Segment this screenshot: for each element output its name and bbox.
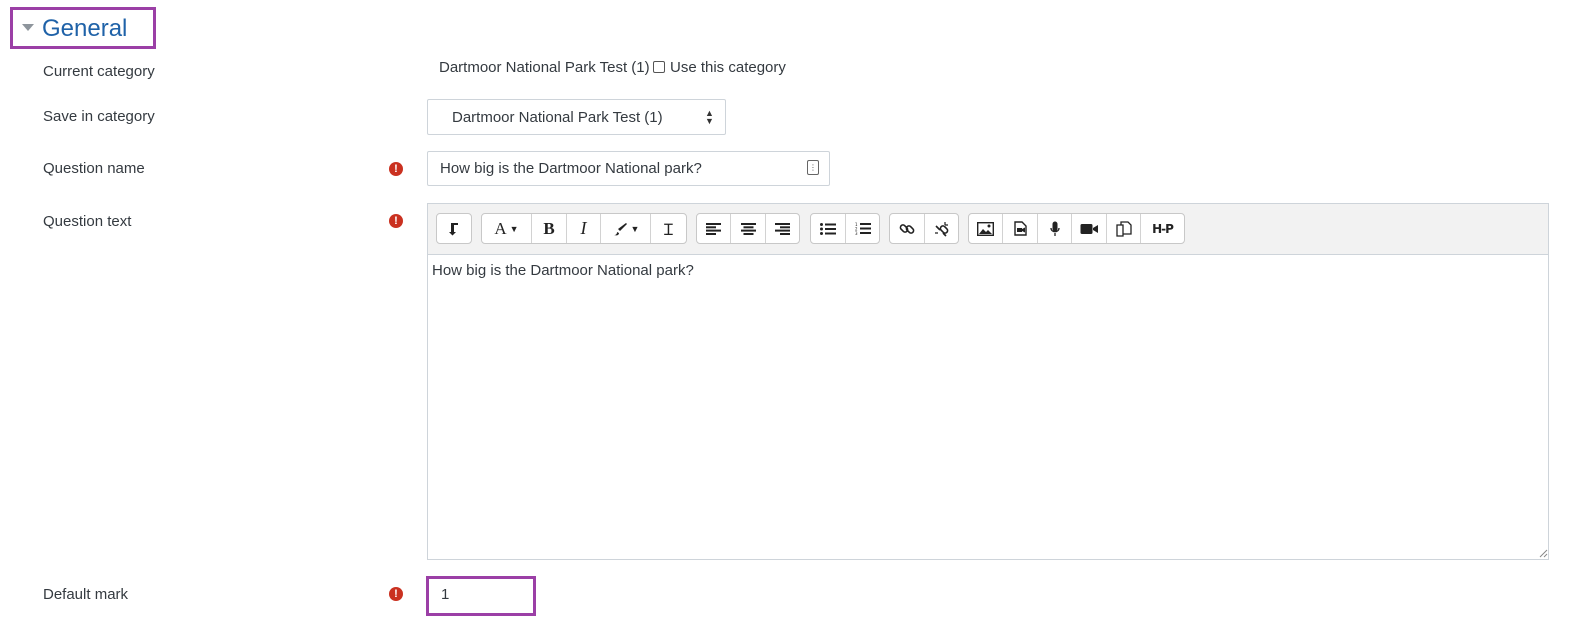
save-in-category-label: Save in category [43,108,155,125]
record-video-icon[interactable] [1072,214,1107,243]
default-mark-value[interactable]: 1 [441,585,449,605]
align-left-icon[interactable] [697,214,731,243]
default-mark-label: Default mark [43,586,129,603]
font-color-icon[interactable]: ▼ [601,214,651,243]
use-this-category-label[interactable]: Use this category [670,58,786,78]
align-center-icon[interactable] [731,214,766,243]
toolbar-group-lists: 123 [810,213,880,244]
question-name-value[interactable]: How big is the Dartmoor National park? [440,159,702,179]
link-icon[interactable] [890,214,925,243]
align-right-icon[interactable] [766,214,799,243]
unlink-icon[interactable] [925,214,958,243]
image-icon[interactable] [969,214,1003,243]
manage-files-icon[interactable] [1107,214,1141,243]
media-icon[interactable] [1003,214,1038,243]
select-arrows-icon: ▲ ▼ [705,108,714,126]
unordered-list-icon[interactable] [811,214,846,243]
clear-formatting-icon[interactable]: Ɪ [651,214,686,243]
resize-grip-icon[interactable] [1539,549,1548,558]
record-audio-icon[interactable] [1038,214,1072,243]
h5p-icon[interactable]: H-P [1141,214,1184,243]
exclamation-circle-icon: ! [389,214,403,228]
toolbar-group-media: H-P [968,213,1185,244]
question-text-editor[interactable] [427,203,1549,560]
show-more-icon[interactable] [437,214,471,243]
current-category-value: Dartmoor National Park Test (1) [439,59,650,76]
question-text-label: Question text [43,213,132,230]
question-text-content[interactable]: How big is the Dartmoor National park? [432,261,694,281]
current-category-label: Current category [43,63,155,80]
svg-text:3: 3 [855,231,858,235]
section-title-general[interactable]: General [42,14,127,44]
toolbar-group-more [436,213,472,244]
toolbar-group-format: A ▼ B I ▼ Ɪ [481,213,687,244]
ordered-list-icon[interactable]: 123 [846,214,879,243]
use-this-category-checkbox[interactable] [653,61,665,73]
toolbar-group-links [889,213,959,244]
caret-down-icon[interactable] [22,24,34,31]
question-name-label: Question name [43,160,145,177]
bold-icon[interactable]: B [532,214,567,243]
font-icon[interactable]: A ▼ [482,214,532,243]
italic-icon[interactable]: I [567,214,601,243]
toolbar-group-align [696,213,800,244]
autofill-icon: ⋮ [807,160,819,175]
save-in-category-selected: Dartmoor National Park Test (1) [452,109,663,126]
exclamation-circle-icon: ! [389,162,403,176]
exclamation-circle-icon: ! [389,587,403,601]
